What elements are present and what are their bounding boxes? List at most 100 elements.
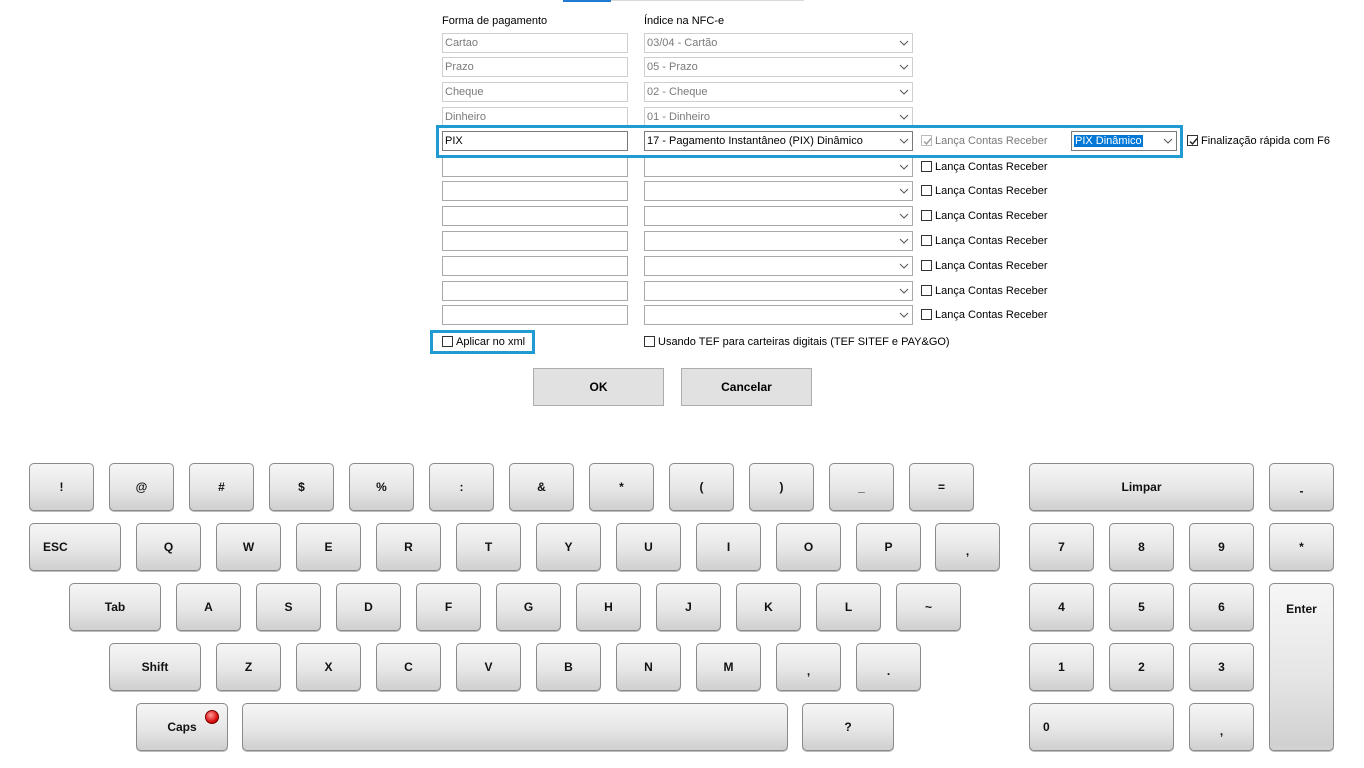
key-letter[interactable]: L xyxy=(816,583,881,631)
key-letter[interactable]: U xyxy=(616,523,681,571)
key-digit[interactable]: 2 xyxy=(1109,643,1174,691)
key-symbol[interactable]: & xyxy=(509,463,574,511)
key-letter[interactable]: W xyxy=(216,523,281,571)
lanca-contas-receber-checkbox[interactable]: Lança Contas Receber xyxy=(921,208,1048,224)
key-letter[interactable]: S xyxy=(256,583,321,631)
indice-nfce-combo[interactable] xyxy=(644,206,913,226)
key-letter[interactable]: A xyxy=(176,583,241,631)
key-letter[interactable]: F xyxy=(416,583,481,631)
checkbox-checked-icon[interactable] xyxy=(1187,134,1198,146)
key-tilde[interactable]: ~ xyxy=(896,583,961,631)
checkbox-icon[interactable] xyxy=(921,209,932,221)
forma-pagamento-field[interactable] xyxy=(442,181,628,201)
checkbox-icon[interactable] xyxy=(921,259,932,271)
indice-nfce-combo[interactable] xyxy=(644,157,913,177)
key-letter[interactable]: R xyxy=(376,523,441,571)
forma-pagamento-field[interactable]: Cheque xyxy=(442,82,628,102)
key-minus[interactable]: - xyxy=(1269,463,1334,511)
chevron-down-icon[interactable] xyxy=(899,158,909,176)
key-letter[interactable]: X xyxy=(296,643,361,691)
key-esc[interactable]: ESC xyxy=(29,523,121,571)
key-symbol[interactable]: = xyxy=(909,463,974,511)
lanca-contas-receber-checkbox[interactable]: Lança Contas Receber xyxy=(921,258,1048,274)
forma-pagamento-field[interactable] xyxy=(442,157,628,177)
chevron-down-icon[interactable] xyxy=(899,306,909,324)
forma-pagamento-field[interactable] xyxy=(442,231,628,251)
checkbox-icon[interactable] xyxy=(921,160,932,172)
key-letter[interactable]: B xyxy=(536,643,601,691)
checkbox-icon[interactable] xyxy=(442,335,453,347)
forma-pagamento-field[interactable] xyxy=(442,281,628,301)
lanca-contas-receber-checkbox[interactable]: Lança Contas Receber xyxy=(921,307,1048,323)
checkbox-icon[interactable] xyxy=(644,335,655,347)
key-digit[interactable]: 5 xyxy=(1109,583,1174,631)
indice-nfce-combo[interactable]: 02 - Cheque xyxy=(644,82,913,102)
key-letter[interactable]: V xyxy=(456,643,521,691)
forma-pagamento-field[interactable]: Prazo xyxy=(442,57,628,77)
key-letter[interactable]: C xyxy=(376,643,441,691)
forma-pagamento-field[interactable]: Cartao xyxy=(442,33,628,53)
indice-nfce-combo[interactable] xyxy=(644,256,913,276)
key-symbol[interactable]: ) xyxy=(749,463,814,511)
key-letter[interactable]: H xyxy=(576,583,641,631)
indice-nfce-combo[interactable]: 03/04 - Cartão xyxy=(644,33,913,53)
key-letter[interactable]: I xyxy=(696,523,761,571)
key-letter[interactable]: D xyxy=(336,583,401,631)
key-question[interactable]: ? xyxy=(802,703,894,751)
key-limpar[interactable]: Limpar xyxy=(1029,463,1254,511)
chevron-down-icon[interactable] xyxy=(899,83,909,101)
key-shift[interactable]: Shift xyxy=(109,643,201,691)
key-symbol[interactable]: $ xyxy=(269,463,334,511)
key-decimal-comma[interactable]: , xyxy=(1189,703,1254,751)
chevron-down-icon[interactable] xyxy=(899,34,909,52)
key-letter[interactable]: Y xyxy=(536,523,601,571)
indice-nfce-combo[interactable]: 05 - Prazo xyxy=(644,57,913,77)
key-letter[interactable]: Q xyxy=(136,523,201,571)
key-letter[interactable]: Z xyxy=(216,643,281,691)
key-multiply[interactable]: * xyxy=(1269,523,1334,571)
key-symbol[interactable]: ! xyxy=(29,463,94,511)
lanca-contas-receber-checkbox[interactable]: Lança Contas Receber xyxy=(921,233,1048,249)
lanca-contas-receber-checkbox[interactable]: Lança Contas Receber xyxy=(921,183,1048,199)
indice-nfce-combo[interactable] xyxy=(644,281,913,301)
key-letter[interactable]: G xyxy=(496,583,561,631)
chevron-down-icon[interactable] xyxy=(899,182,909,200)
key-letter[interactable]: J xyxy=(656,583,721,631)
finalizacao-rapida-checkbox[interactable]: Finalização rápida com F6 xyxy=(1187,133,1330,149)
forma-pagamento-field[interactable] xyxy=(442,206,628,226)
checkbox-icon[interactable] xyxy=(921,184,932,196)
chevron-down-icon[interactable] xyxy=(899,257,909,275)
key-digit[interactable]: 8 xyxy=(1109,523,1174,571)
key-comma[interactable]: , xyxy=(935,523,1000,571)
cancelar-button[interactable]: Cancelar xyxy=(681,368,812,406)
indice-nfce-combo[interactable]: 01 - Dinheiro xyxy=(644,107,913,127)
key-letter[interactable]: M xyxy=(696,643,761,691)
forma-pagamento-field[interactable] xyxy=(442,256,628,276)
key-symbol[interactable]: @ xyxy=(109,463,174,511)
indice-nfce-combo[interactable] xyxy=(644,181,913,201)
key-letter[interactable]: P xyxy=(856,523,921,571)
key-digit[interactable]: 6 xyxy=(1189,583,1254,631)
indice-nfce-combo[interactable] xyxy=(644,231,913,251)
key-letter[interactable]: O xyxy=(776,523,841,571)
chevron-down-icon[interactable] xyxy=(899,108,909,126)
checkbox-icon[interactable] xyxy=(921,308,932,320)
key-tab[interactable]: Tab xyxy=(69,583,161,631)
forma-pagamento-field[interactable]: Dinheiro xyxy=(442,107,628,127)
key-digit[interactable]: 7 xyxy=(1029,523,1094,571)
chevron-down-icon[interactable] xyxy=(899,207,909,225)
chevron-down-icon[interactable] xyxy=(899,282,909,300)
key-digit[interactable]: 4 xyxy=(1029,583,1094,631)
usando-tef-checkbox[interactable]: Usando TEF para carteiras digitais (TEF … xyxy=(644,334,950,350)
checkbox-icon[interactable] xyxy=(921,234,932,246)
checkbox-icon[interactable] xyxy=(921,284,932,296)
key-digit-zero[interactable]: 0 xyxy=(1029,703,1174,751)
forma-pagamento-field[interactable] xyxy=(442,305,628,325)
key-letter[interactable]: K xyxy=(736,583,801,631)
key-letter[interactable]: E xyxy=(296,523,361,571)
key-enter[interactable]: Enter xyxy=(1269,583,1334,751)
key-symbol[interactable]: % xyxy=(349,463,414,511)
chevron-down-icon[interactable] xyxy=(899,58,909,76)
ok-button[interactable]: OK xyxy=(533,368,664,406)
key-letter[interactable]: T xyxy=(456,523,521,571)
